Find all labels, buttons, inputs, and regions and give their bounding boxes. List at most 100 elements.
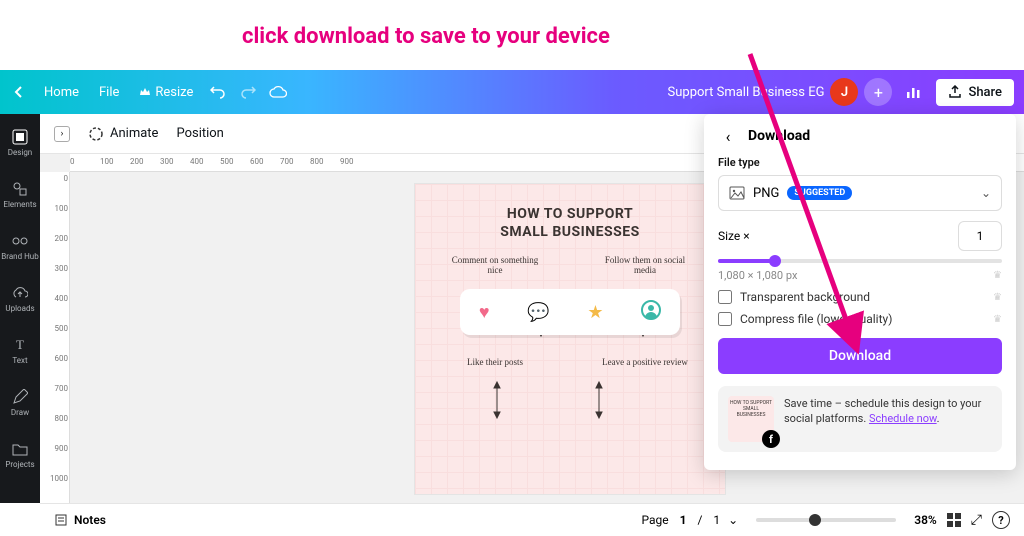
transparent-bg-option[interactable]: Transparent background♛ [718, 290, 1002, 304]
page-indicator[interactable]: Page 1 / 1⌄ [641, 513, 738, 527]
callout-like: Like their posts [450, 357, 540, 367]
chat-bubble-icon: 💬 [527, 302, 549, 323]
sidebar-item-text[interactable]: TText [0, 326, 40, 374]
ruler-tick: 500 [42, 324, 68, 333]
slider-knob[interactable] [769, 255, 781, 267]
animate-button[interactable]: Animate [88, 126, 158, 142]
crown-icon: ♛ [993, 314, 1002, 325]
elements-icon [11, 180, 29, 198]
crown-icon [139, 86, 151, 98]
redo-button[interactable] [233, 77, 263, 107]
undo-button[interactable] [203, 77, 233, 107]
sidebar-item-draw[interactable]: Draw [0, 378, 40, 426]
filetype-label: File type [718, 156, 1002, 169]
instruction-annotation: click download to save to your device [242, 24, 610, 49]
sidebar-item-label: Elements [3, 200, 36, 209]
animate-label: Animate [110, 126, 158, 141]
ruler-tick: 100 [42, 204, 68, 213]
chevron-down-icon: ⌄ [981, 186, 991, 200]
ruler-tick: 700 [42, 384, 68, 393]
position-button[interactable]: Position [176, 126, 223, 141]
ruler-tick: 700 [280, 157, 294, 166]
ruler-tick: 800 [310, 157, 324, 166]
callout-review: Leave a positive review [600, 357, 690, 367]
sidebar-item-label: Design [8, 148, 32, 157]
sidebar-item-projects[interactable]: Projects [0, 430, 40, 478]
analytics-icon[interactable] [898, 77, 928, 107]
ruler-tick: 0 [70, 157, 75, 166]
filetype-value: PNG [753, 186, 779, 201]
panel-title: Download [748, 128, 810, 144]
size-slider[interactable] [718, 259, 1002, 263]
user-avatar[interactable]: J [830, 78, 858, 106]
design-thumbnail: HOW TO SUPPORT SMALL BUSINESSESf [728, 396, 774, 442]
back-chevron-icon[interactable] [10, 83, 28, 101]
schedule-now-link[interactable]: Schedule now [869, 412, 937, 425]
fullscreen-button[interactable]: ⤢ [971, 512, 982, 528]
ruler-tick: 0 [42, 174, 68, 183]
heart-icon: ♥ [479, 302, 490, 323]
home-button[interactable]: Home [34, 79, 89, 106]
ruler-tick: 600 [250, 157, 264, 166]
design-canvas[interactable]: HOW TO SUPPORTSMALL BUSINESSES Comment o… [415, 184, 725, 494]
size-label: Size × [718, 229, 750, 243]
promo-text: Save time – schedule this design to your… [784, 396, 992, 442]
crown-icon: ♛ [993, 270, 1002, 281]
draw-icon [11, 388, 29, 406]
ruler-tick: 400 [190, 157, 204, 166]
ruler-tick: 200 [130, 157, 144, 166]
ruler-tick: 300 [42, 264, 68, 273]
notes-button[interactable]: Notes [54, 513, 106, 527]
uploads-icon [11, 284, 29, 302]
sidebar-item-elements[interactable]: Elements [0, 170, 40, 218]
zoom-slider-knob[interactable] [809, 514, 821, 526]
suggested-badge: SUGGESTED [787, 186, 852, 200]
resize-menu[interactable]: Resize [129, 79, 203, 106]
sidebar-item-label: Brand Hub [1, 252, 38, 261]
compress-checkbox[interactable] [718, 312, 732, 326]
download-button[interactable]: Download [718, 338, 1002, 374]
notes-icon [54, 513, 68, 527]
sidebar-item-uploads[interactable]: Uploads [0, 274, 40, 322]
sidebar-item-label: Text [12, 356, 27, 365]
vertical-ruler: 0 100 200 300 400 500 600 700 800 900 10… [40, 172, 70, 503]
panel-back-button[interactable]: ‹ [718, 126, 738, 146]
callout-comment: Comment on something nice [450, 255, 540, 275]
notes-label: Notes [74, 513, 106, 527]
filetype-select[interactable]: PNG SUGGESTED ⌄ [718, 175, 1002, 211]
document-title[interactable]: Support Small Business EG [668, 85, 825, 100]
crown-icon: ♛ [993, 292, 1002, 303]
projects-icon [11, 440, 29, 458]
grid-view-button[interactable] [947, 513, 961, 527]
file-menu[interactable]: File [89, 79, 129, 106]
sidebar-item-label: Uploads [5, 304, 34, 313]
animate-icon [88, 126, 104, 142]
compress-option[interactable]: Compress file (lower quality) ♛ [718, 312, 1002, 326]
ruler-tick: 900 [42, 444, 68, 453]
zoom-level[interactable]: 38% [914, 513, 937, 527]
sidebar-item-label: Projects [5, 460, 34, 469]
ruler-tick: 100 [100, 157, 114, 166]
ruler-tick: 1000 [42, 474, 68, 483]
chevron-down-icon: ⌄ [728, 513, 738, 527]
sidebar-item-brandhub[interactable]: Brand Hub [0, 222, 40, 270]
size-input[interactable] [958, 221, 1002, 251]
transparent-bg-checkbox[interactable] [718, 290, 732, 304]
schedule-promo: HOW TO SUPPORT SMALL BUSINESSESf Save ti… [718, 386, 1002, 452]
facebook-icon: f [762, 430, 780, 448]
option-label: Compress file (lower quality) [740, 312, 892, 326]
sidebar-item-label: Draw [11, 408, 29, 417]
ruler-tick: 400 [42, 294, 68, 303]
design-icon [11, 128, 29, 146]
sidebar-item-design[interactable]: Design [0, 118, 40, 166]
zoom-slider[interactable] [756, 518, 896, 522]
ruler-tick: 900 [340, 157, 354, 166]
share-button[interactable]: Share [936, 79, 1014, 106]
ruler-tick: 500 [220, 157, 234, 166]
ruler-tick: 200 [42, 234, 68, 243]
cloud-sync-icon[interactable] [263, 77, 293, 107]
collapse-panel-button[interactable]: › [54, 126, 70, 142]
help-button[interactable]: ? [992, 511, 1010, 529]
dimensions-text: 1,080 × 1,080 px [718, 269, 797, 282]
add-member-button[interactable]: + [864, 78, 892, 106]
